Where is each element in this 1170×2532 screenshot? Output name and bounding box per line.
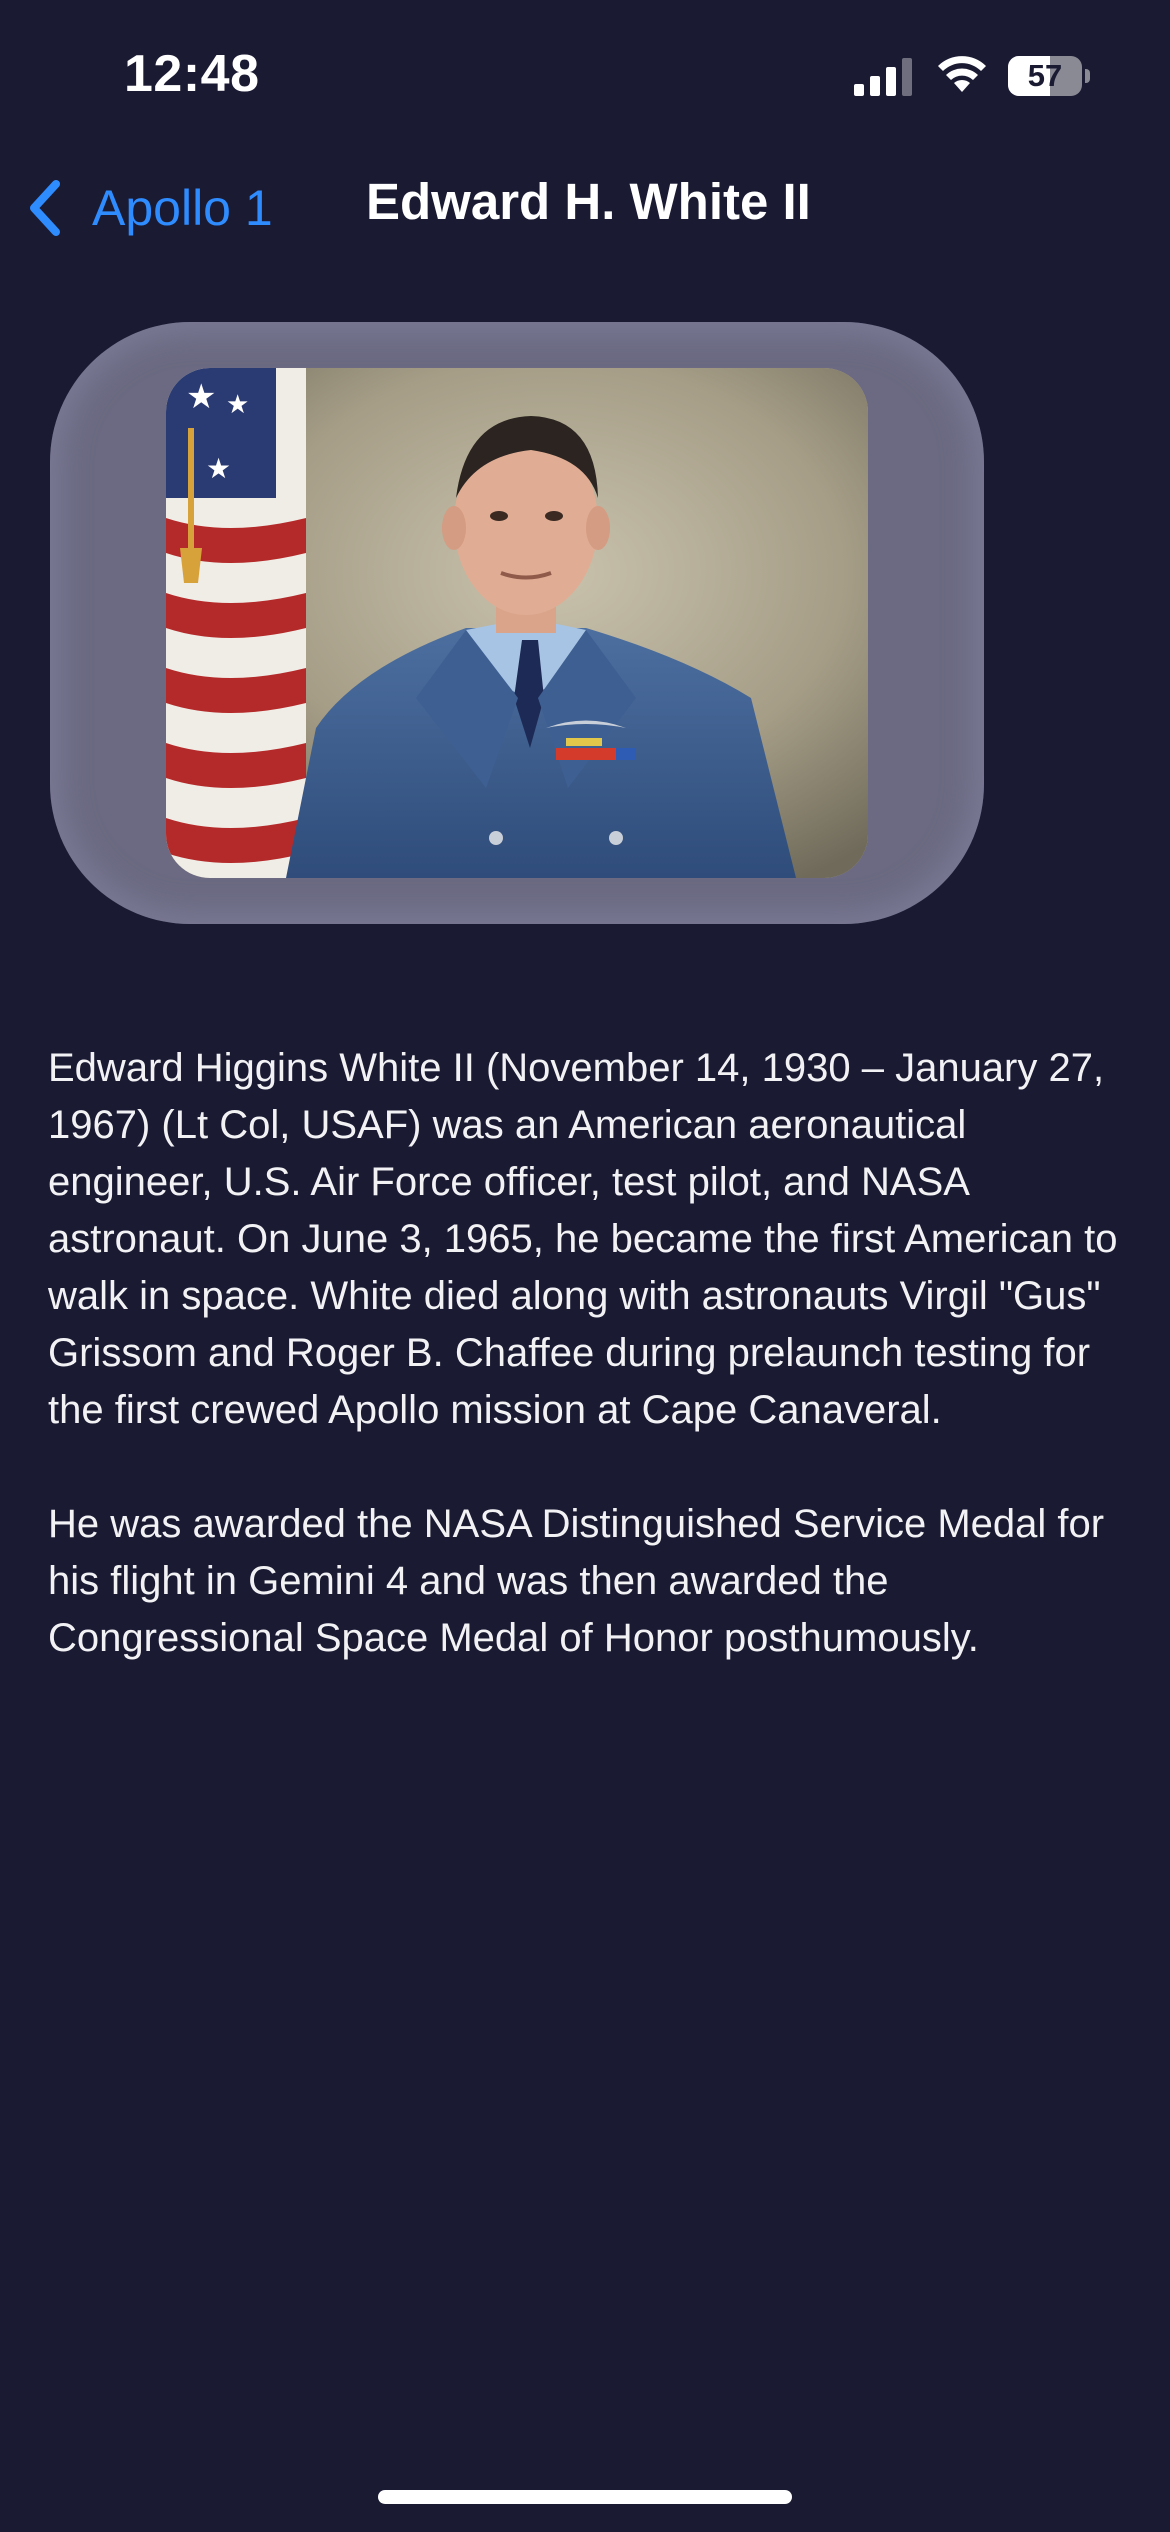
chevron-left-icon	[30, 180, 60, 236]
battery-indicator: 57	[1008, 56, 1090, 96]
bio-text: Edward Higgins White II (November 14, 19…	[48, 1040, 1128, 1724]
battery-cap	[1085, 69, 1090, 83]
bio-paragraph-1: Edward Higgins White II (November 14, 19…	[48, 1046, 1118, 1432]
back-button-label: Apollo 1	[92, 180, 273, 236]
portrait-illustration: ★ ★ ★	[166, 368, 868, 878]
wifi-icon	[938, 56, 986, 92]
flag: ★ ★ ★	[166, 368, 306, 878]
status-bar: 12:48 57	[0, 0, 1170, 150]
battery-body: 57	[1008, 56, 1082, 96]
battery-level-label: 57	[1027, 58, 1063, 93]
svg-text:★: ★	[186, 377, 216, 417]
home-indicator[interactable]	[378, 2490, 792, 2504]
astronaut-portrait-photo: ★ ★ ★	[166, 368, 868, 878]
svg-text:★: ★	[206, 452, 231, 485]
bio-paragraph-2: He was awarded the NASA Distinguished Se…	[48, 1502, 1105, 1660]
cellular-signal-icon	[854, 58, 912, 96]
back-button[interactable]: Apollo 1	[22, 168, 273, 248]
page-title: Edward H. White II	[366, 173, 811, 230]
status-time: 12:48	[124, 45, 260, 103]
photo-frame: ★ ★ ★	[50, 322, 984, 924]
svg-text:★: ★	[226, 390, 249, 420]
